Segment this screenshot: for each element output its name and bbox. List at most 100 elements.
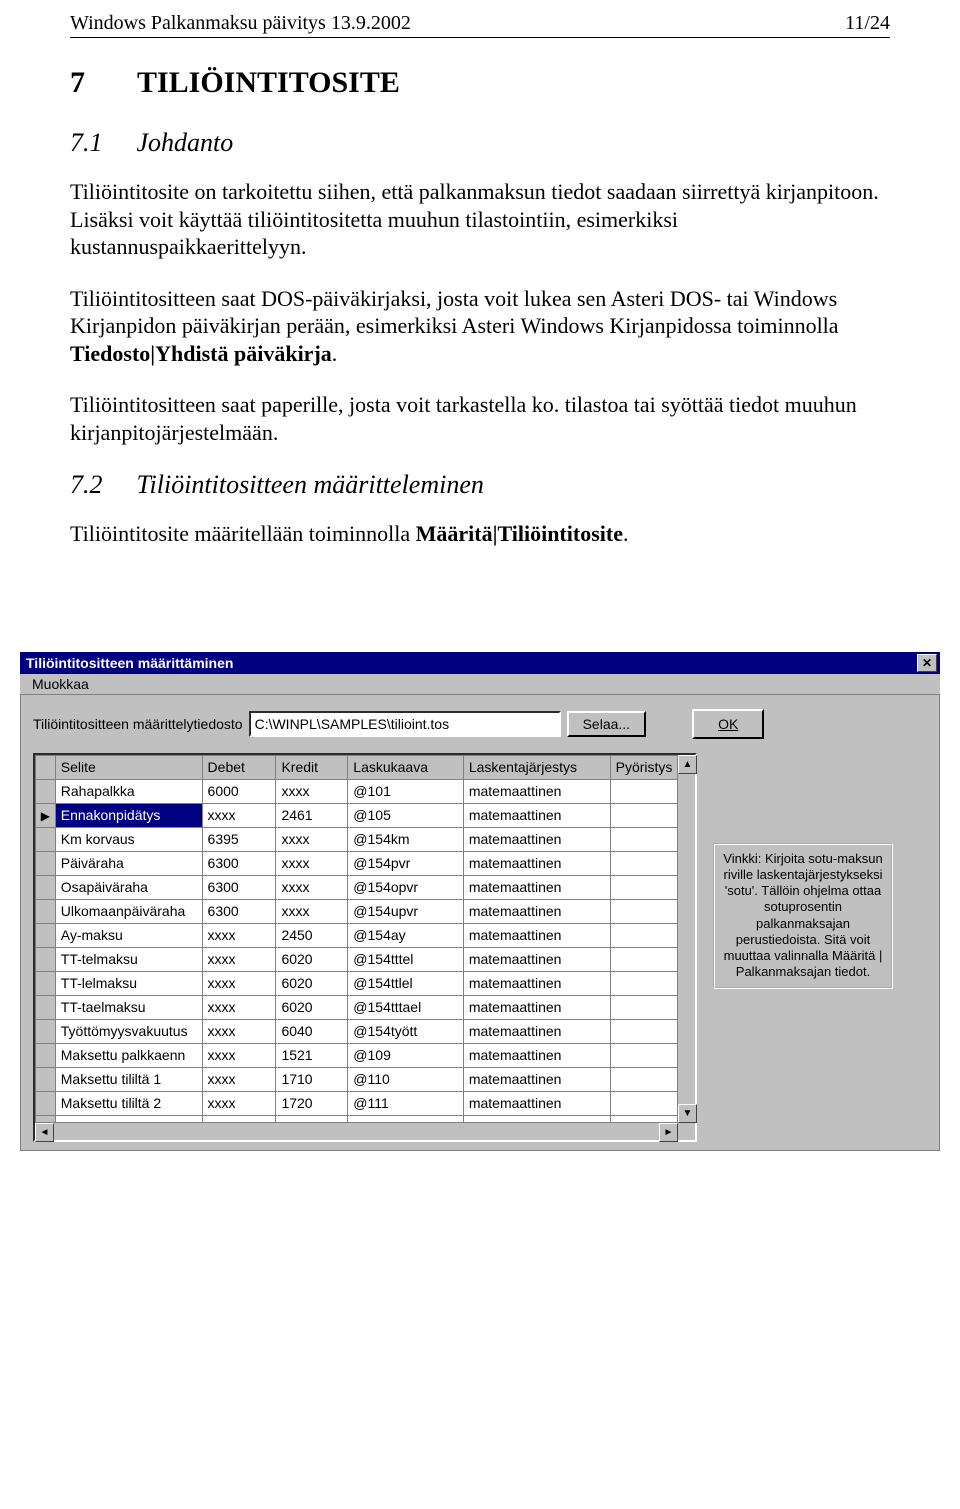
cell-selite[interactable]: Päiväraha	[55, 851, 202, 875]
cell-kredit[interactable]: 1720	[276, 1091, 348, 1115]
grid[interactable]: Selite Debet Kredit Laskukaava Laskentaj…	[33, 753, 697, 1142]
cell-selite[interactable]: TT-lelmaksu	[55, 971, 202, 995]
cell-jarj[interactable]: matemaattinen	[463, 1091, 610, 1115]
scroll-left-icon[interactable]: ◄	[35, 1123, 54, 1142]
horizontal-scrollbar[interactable]: ◄ ►	[35, 1122, 678, 1140]
cell-kaava[interactable]: @154tttael	[348, 995, 464, 1019]
cell-kaava[interactable]: @111	[348, 1091, 464, 1115]
table-row[interactable]: Km korvaus6395xxxx@154kmmatemaattinen	[36, 827, 695, 851]
cell-selite[interactable]: Maksettu tililtä 2	[55, 1091, 202, 1115]
cell-debet[interactable]: xxxx	[202, 995, 276, 1019]
cell-debet[interactable]: 6300	[202, 899, 276, 923]
cell-kaava[interactable]: @154tttel	[348, 947, 464, 971]
cell-debet[interactable]: xxxx	[202, 1043, 276, 1067]
cell-debet[interactable]: 6300	[202, 875, 276, 899]
cell-selite[interactable]: Rahapalkka	[55, 779, 202, 803]
row-header[interactable]	[36, 851, 56, 875]
cell-selite[interactable]: Km korvaus	[55, 827, 202, 851]
row-header[interactable]	[36, 1067, 56, 1091]
cell-kaava[interactable]: @154tyött	[348, 1019, 464, 1043]
row-header[interactable]	[36, 1043, 56, 1067]
cell-jarj[interactable]: matemaattinen	[463, 995, 610, 1019]
close-icon[interactable]: ✕	[917, 654, 937, 672]
row-header[interactable]	[36, 875, 56, 899]
cell-kredit[interactable]: xxxx	[276, 779, 348, 803]
cell-debet[interactable]: xxxx	[202, 1019, 276, 1043]
cell-kaava[interactable]: @154ttlel	[348, 971, 464, 995]
col-debet[interactable]: Debet	[202, 755, 276, 779]
cell-kredit[interactable]: xxxx	[276, 899, 348, 923]
cell-kaava[interactable]: @110	[348, 1067, 464, 1091]
table-row[interactable]: ▶Ennakonpidätysxxxx2461@105matemaattinen	[36, 803, 695, 827]
row-header[interactable]	[36, 1019, 56, 1043]
cell-selite[interactable]: Työttömyysvakuutus	[55, 1019, 202, 1043]
table-row[interactable]: Päiväraha6300xxxx@154pvrmatemaattinen	[36, 851, 695, 875]
table-row[interactable]: TT-telmaksuxxxx6020@154tttelmatemaattine…	[36, 947, 695, 971]
cell-jarj[interactable]: matemaattinen	[463, 947, 610, 971]
cell-kredit[interactable]: xxxx	[276, 827, 348, 851]
filepath-input[interactable]: C:\WINPL\SAMPLES\tilioint.tos	[249, 711, 561, 737]
cell-kredit[interactable]: xxxx	[276, 875, 348, 899]
table-row[interactable]: Ulkomaanpäiväraha6300xxxx@154upvrmatemaa…	[36, 899, 695, 923]
col-selite[interactable]: Selite	[55, 755, 202, 779]
cell-jarj[interactable]: matemaattinen	[463, 779, 610, 803]
col-kredit[interactable]: Kredit	[276, 755, 348, 779]
row-header[interactable]	[36, 827, 56, 851]
cell-kaava[interactable]: @154opvr	[348, 875, 464, 899]
cell-kaava[interactable]: @154pvr	[348, 851, 464, 875]
cell-kaava[interactable]: @154km	[348, 827, 464, 851]
scroll-down-icon[interactable]: ▼	[678, 1104, 697, 1123]
cell-debet[interactable]: 6000	[202, 779, 276, 803]
row-header[interactable]	[36, 899, 56, 923]
table-row[interactable]: Rahapalkka6000xxxx@101matemaattinen	[36, 779, 695, 803]
cell-jarj[interactable]: matemaattinen	[463, 923, 610, 947]
cell-jarj[interactable]: matemaattinen	[463, 899, 610, 923]
cell-kaava[interactable]: @101	[348, 779, 464, 803]
cell-selite[interactable]: TT-taelmaksu	[55, 995, 202, 1019]
row-header[interactable]	[36, 947, 56, 971]
cell-debet[interactable]: xxxx	[202, 971, 276, 995]
vertical-scrollbar[interactable]: ▲ ▼	[677, 755, 695, 1123]
row-header[interactable]	[36, 923, 56, 947]
cell-kredit[interactable]: 2450	[276, 923, 348, 947]
cell-kredit[interactable]: xxxx	[276, 851, 348, 875]
cell-jarj[interactable]: matemaattinen	[463, 971, 610, 995]
cell-kredit[interactable]: 6020	[276, 971, 348, 995]
row-header[interactable]	[36, 1091, 56, 1115]
cell-jarj[interactable]: matemaattinen	[463, 1019, 610, 1043]
cell-kaava[interactable]: @109	[348, 1043, 464, 1067]
cell-jarj[interactable]: matemaattinen	[463, 851, 610, 875]
cell-debet[interactable]: xxxx	[202, 1067, 276, 1091]
cell-selite[interactable]: Ulkomaanpäiväraha	[55, 899, 202, 923]
cell-kredit[interactable]: 6020	[276, 947, 348, 971]
col-laskukaava[interactable]: Laskukaava	[348, 755, 464, 779]
dialog-titlebar[interactable]: Tiliöintitositteen määrittäminen ✕	[20, 652, 940, 674]
cell-kaava[interactable]: @154upvr	[348, 899, 464, 923]
cell-kaava[interactable]: @105	[348, 803, 464, 827]
cell-jarj[interactable]: matemaattinen	[463, 1067, 610, 1091]
cell-kaava[interactable]: @154ay	[348, 923, 464, 947]
cell-jarj[interactable]: matemaattinen	[463, 1043, 610, 1067]
cell-debet[interactable]: 6395	[202, 827, 276, 851]
cell-selite[interactable]: Osapäiväraha	[55, 875, 202, 899]
cell-kredit[interactable]: 1521	[276, 1043, 348, 1067]
table-row[interactable]: TT-lelmaksuxxxx6020@154ttlelmatemaattine…	[36, 971, 695, 995]
row-header[interactable]	[36, 995, 56, 1019]
table-row[interactable]: Maksettu palkkaennxxxx1521@109matemaatti…	[36, 1043, 695, 1067]
cell-debet[interactable]: xxxx	[202, 803, 276, 827]
ok-button[interactable]: OK	[692, 709, 764, 739]
row-header[interactable]: ▶	[36, 803, 56, 827]
cell-selite[interactable]: Ennakonpidätys	[55, 803, 202, 827]
cell-selite[interactable]: Maksettu palkkaenn	[55, 1043, 202, 1067]
cell-selite[interactable]: Maksettu tililtä 1	[55, 1067, 202, 1091]
cell-jarj[interactable]: matemaattinen	[463, 875, 610, 899]
menu-muokkaa[interactable]: Muokkaa	[26, 675, 95, 693]
cell-kredit[interactable]: 1710	[276, 1067, 348, 1091]
table-row[interactable]: Maksettu tililtä 1xxxx1710@110matemaatti…	[36, 1067, 695, 1091]
cell-debet[interactable]: xxxx	[202, 923, 276, 947]
cell-kredit[interactable]: 2461	[276, 803, 348, 827]
cell-debet[interactable]: 6300	[202, 851, 276, 875]
table-row[interactable]: Työttömyysvakuutusxxxx6040@154työttmatem…	[36, 1019, 695, 1043]
cell-debet[interactable]: xxxx	[202, 1091, 276, 1115]
cell-selite[interactable]: Ay-maksu	[55, 923, 202, 947]
